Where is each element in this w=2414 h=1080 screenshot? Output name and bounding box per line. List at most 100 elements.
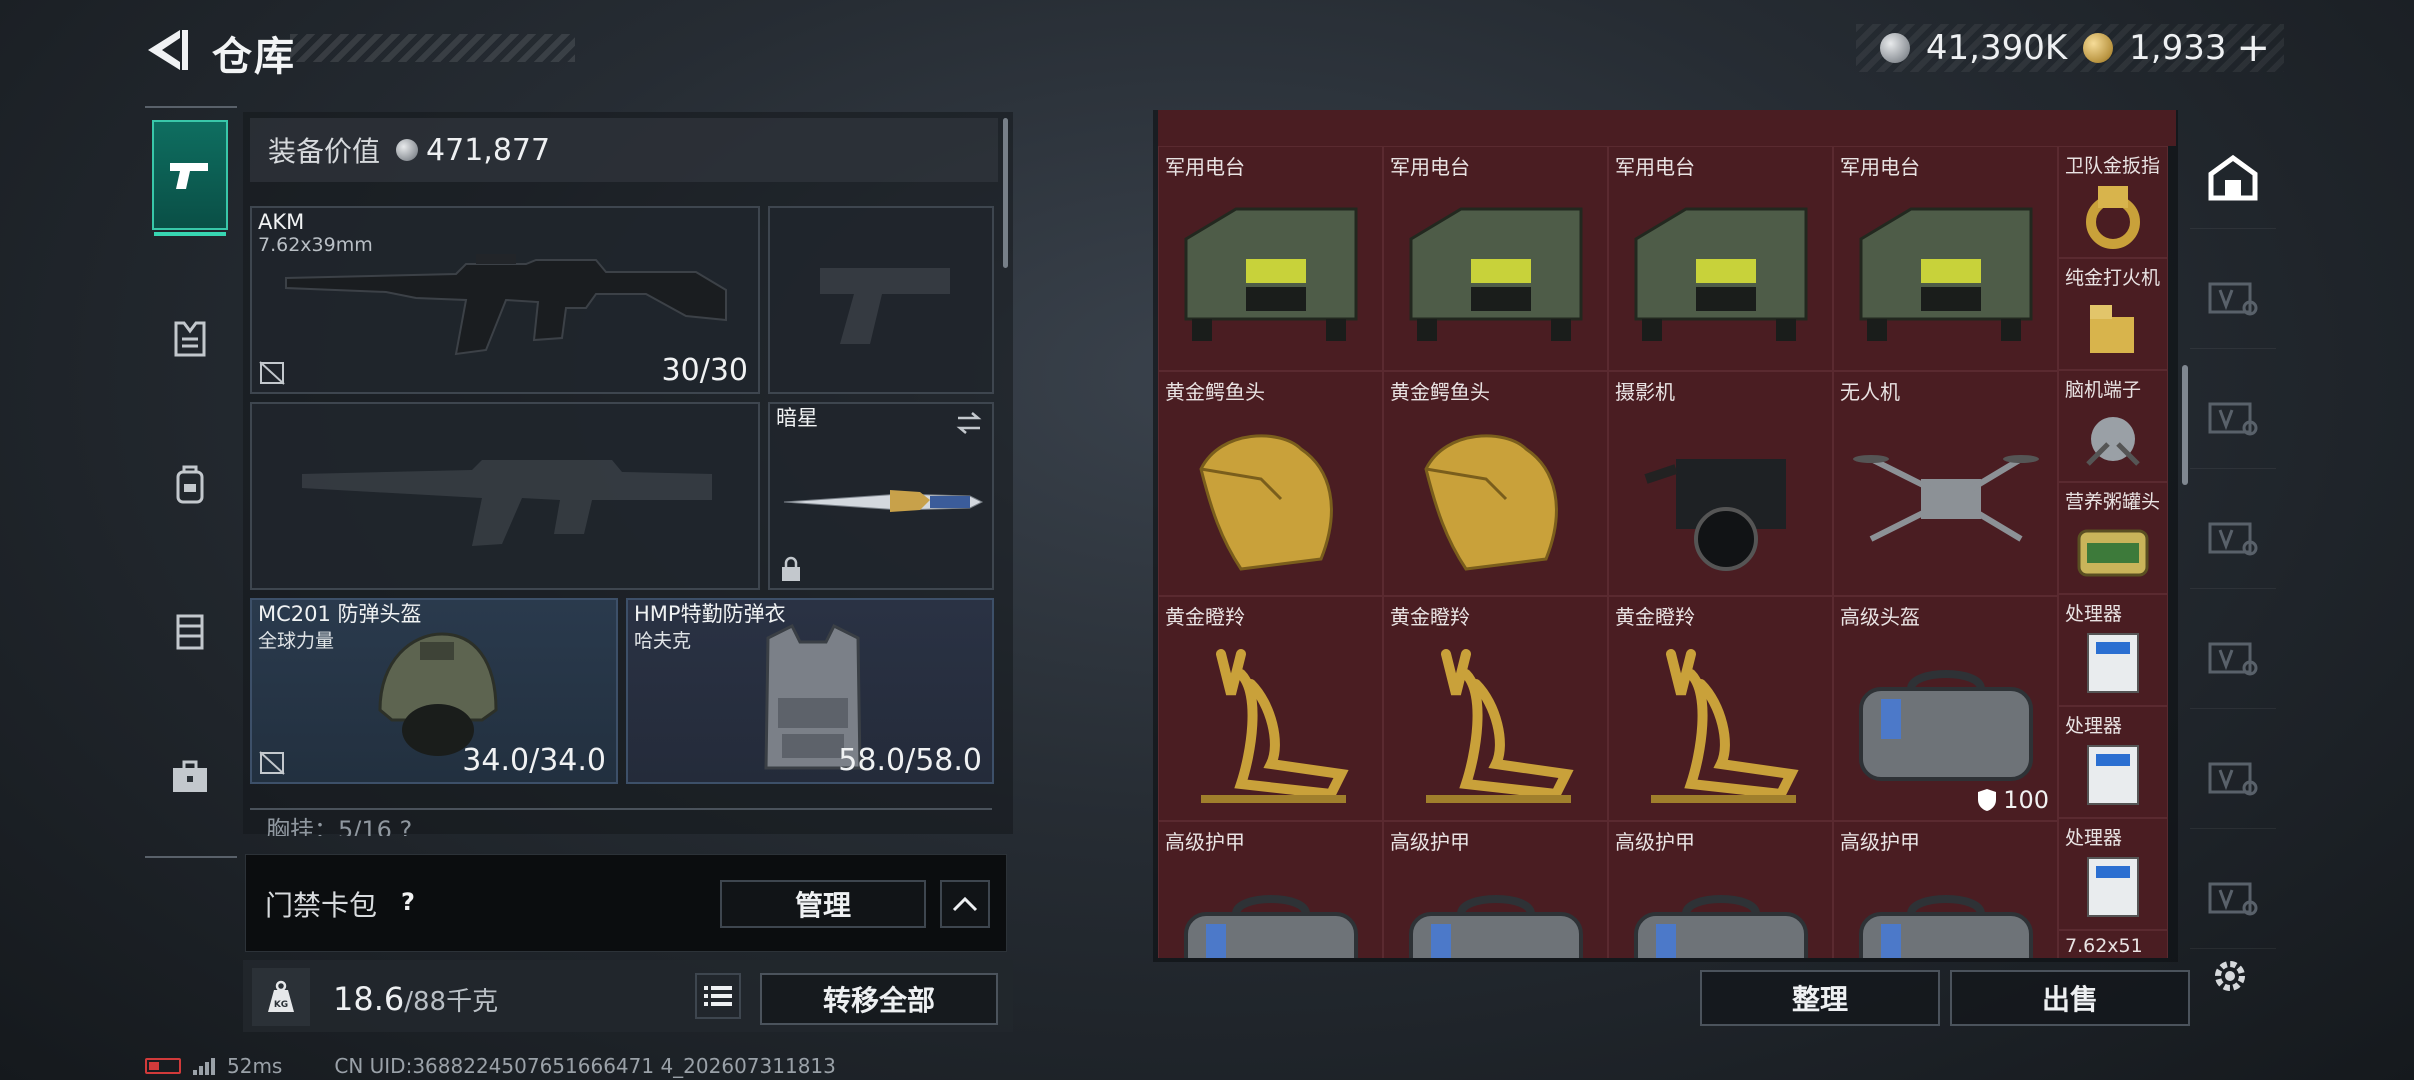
weapon-ammo-count: 30/30 — [661, 353, 748, 388]
armor-brand: 哈夫克 — [634, 630, 692, 652]
knife-icon — [783, 490, 984, 512]
rifle-silhouette-icon — [302, 460, 712, 546]
safe-box-icon — [2208, 154, 2258, 201]
storage-item[interactable]: 高级护甲 — [1383, 821, 1608, 958]
armor-slot[interactable]: HMP特勤防弹衣 哈夫克 58.0/58.0 — [626, 598, 994, 784]
storage-scrollbar[interactable] — [2182, 365, 2188, 485]
item-label: 高级护甲 — [1390, 830, 1470, 854]
pistol-slot[interactable] — [768, 206, 994, 394]
chest-rig-row[interactable]: 胸挂：5/16 ? — [250, 808, 992, 836]
croc-icon — [1406, 409, 1586, 593]
gold-coin-icon — [2083, 33, 2114, 63]
storage-small-item[interactable]: 处理器 — [2058, 706, 2168, 818]
storage-small-item[interactable]: 营养粥罐头 — [2058, 482, 2168, 594]
storage-item[interactable]: 黄金瞪羚 — [1158, 596, 1383, 821]
helmet-brand: 全球力量 — [258, 630, 335, 652]
silver-currency-value: 41,390K — [1925, 28, 2068, 68]
manage-button[interactable]: 管理 — [720, 880, 926, 928]
primary-weapon-slot[interactable]: AKM 7.62x39mm 30/30 — [250, 206, 760, 394]
item-durability-value: 100 — [2003, 786, 2049, 814]
storage-item[interactable]: 黄金瞪羚 — [1383, 596, 1608, 821]
ping-value: 52ms — [227, 1054, 283, 1078]
item-label: 处理器 — [2065, 715, 2123, 737]
currency-bar: 41,390K 1,933 + — [1855, 24, 2284, 72]
category-backpack[interactable] — [152, 430, 228, 540]
item-label: 军用电台 — [1615, 155, 1695, 179]
item-label: 卫队金扳指 — [2065, 155, 2161, 177]
equipment-scrollbar[interactable] — [1003, 118, 1008, 268]
safe-box-icon — [2208, 402, 2258, 436]
item-label: 高级护甲 — [1165, 830, 1245, 854]
list-view-button[interactable] — [695, 973, 741, 1019]
back-arrow-icon — [148, 30, 188, 70]
swap-icon[interactable] — [954, 410, 984, 436]
storage-item[interactable]: 军用电台 — [1383, 146, 1608, 371]
storage-tab-6[interactable] — [2190, 728, 2276, 829]
item-durability: 100 — [1977, 786, 2049, 814]
helmet-slot[interactable]: MC201 防弹头盔 全球力量 34.0/34.0 — [250, 598, 618, 784]
category-armor[interactable] — [152, 284, 228, 394]
category-weapons[interactable] — [152, 120, 228, 236]
storage-item[interactable]: 军用电台 — [1158, 146, 1383, 371]
storage-tab-3[interactable] — [2190, 368, 2276, 469]
category-chest-rig[interactable] — [152, 576, 228, 686]
storage-item[interactable]: 黄金瞪羚 — [1608, 596, 1833, 821]
equipment-value-amount: 471,877 — [426, 132, 551, 168]
transfer-all-button[interactable]: 转移全部 — [760, 973, 998, 1025]
storage-small-item[interactable]: 卫队金扳指 — [2058, 146, 2168, 258]
storage-item[interactable]: 高级护甲 — [1158, 821, 1383, 958]
carry-weight: 18.6/88千克 — [333, 980, 498, 1018]
bag-icon — [1401, 884, 1591, 958]
storage-item[interactable]: 军用电台 — [1833, 146, 2058, 371]
storage-item[interactable]: 无人机 — [1833, 371, 2058, 596]
item-label: 高级护甲 — [1840, 830, 1920, 854]
item-label: 脑机端子 — [2065, 379, 2142, 401]
storage-tab-main[interactable] — [2190, 128, 2276, 229]
storage-tab-2[interactable] — [2190, 248, 2276, 349]
storage-tab-7[interactable] — [2190, 848, 2276, 949]
item-label: 处理器 — [2065, 827, 2123, 849]
storage-small-item[interactable]: 脑机端子 — [2058, 370, 2168, 482]
sell-button[interactable]: 出售 — [1950, 970, 2190, 1026]
storage-item[interactable]: 高级护甲 — [1833, 821, 2058, 958]
card-bag-help-button[interactable]: ? — [393, 887, 423, 917]
storage-tab-4[interactable] — [2190, 488, 2276, 589]
card-bag-label: 门禁卡包 — [265, 889, 378, 922]
storage-item[interactable]: 高级护甲 — [1608, 821, 1833, 958]
storage-small-item[interactable]: 纯金打火机 — [2058, 258, 2168, 370]
melee-slot[interactable]: 暗星 — [768, 402, 994, 590]
lock-icon — [782, 556, 800, 581]
settings-button[interactable] — [2208, 954, 2252, 998]
item-label: 军用电台 — [1840, 155, 1920, 179]
storage-item[interactable]: 黄金鳄鱼头 — [1158, 371, 1383, 596]
storage-small-item[interactable]: 7.62x51 — [2058, 930, 2168, 958]
kg-weight-icon: KG — [252, 968, 310, 1026]
sort-button[interactable]: 整理 — [1700, 970, 1940, 1026]
safe-box-icon — [2208, 642, 2258, 676]
storage-item[interactable]: 摄影机 — [1608, 371, 1833, 596]
processor-icon — [2078, 628, 2148, 702]
storage-item[interactable]: 高级头盔 100 — [1833, 596, 2058, 821]
collapse-button[interactable] — [940, 880, 990, 928]
category-case[interactable] — [152, 722, 228, 832]
item-label: 无人机 — [1840, 380, 1900, 404]
gazelle-icon — [1406, 634, 1586, 818]
storage-small-item[interactable]: 处理器 — [2058, 818, 2168, 930]
equipment-value-label: 装备价值 — [268, 135, 381, 168]
secondary-weapon-slot[interactable] — [250, 402, 760, 590]
item-label: 营养粥罐头 — [2065, 491, 2161, 513]
drone-icon — [1851, 429, 2041, 573]
add-currency-button[interactable]: + — [2236, 25, 2270, 71]
processor-icon — [2078, 852, 2148, 926]
croc-icon — [1181, 409, 1361, 593]
item-label: 高级护甲 — [1615, 830, 1695, 854]
storage-tab-5[interactable] — [2190, 608, 2276, 709]
storage-item[interactable]: 黄金鳄鱼头 — [1383, 371, 1608, 596]
storage-small-item[interactable]: 处理器 — [2058, 594, 2168, 706]
storage-item[interactable]: 军用电台 — [1608, 146, 1833, 371]
back-button[interactable] — [140, 22, 196, 78]
no-insure-icon — [259, 361, 285, 385]
carry-weight-current: 18.6 — [333, 980, 405, 1018]
bag-icon — [1851, 884, 2041, 958]
item-label: 高级头盔 — [1840, 605, 1920, 629]
